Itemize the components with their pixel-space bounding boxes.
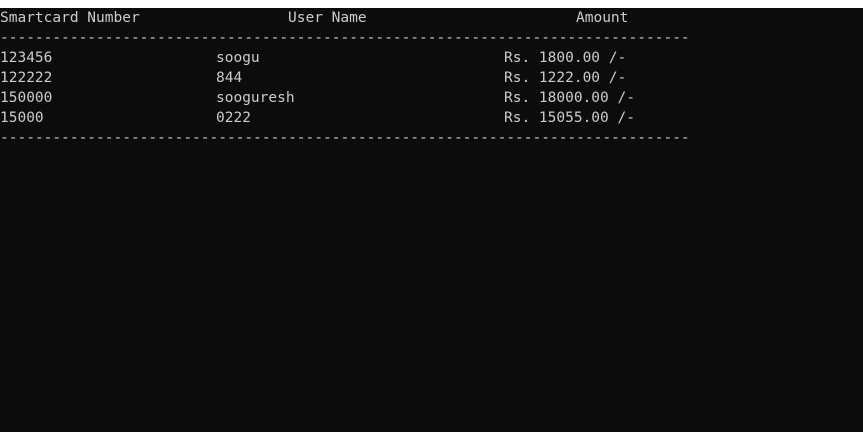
table-row: 122222 844 Rs. 1222.00 /- <box>0 68 863 88</box>
row-smartcard: 150000 <box>0 90 53 106</box>
row-smartcard: 122222 <box>0 70 53 86</box>
row-amount: Rs. 1800.00 /- <box>504 50 627 66</box>
row-username: 0222 <box>216 110 251 126</box>
header-user-name: User Name <box>288 10 367 26</box>
table-row: 150000 sooguresh Rs. 18000.00 /- <box>0 88 863 108</box>
console-window[interactable]: Smartcard Number User Name Amount ------… <box>0 8 863 432</box>
separator-bottom-text: ----------------------------------------… <box>0 130 690 146</box>
row-username: sooguresh <box>216 90 295 106</box>
separator-top: ----------------------------------------… <box>0 28 863 48</box>
separator-bottom: ----------------------------------------… <box>0 128 863 148</box>
header-smartcard-number: Smartcard Number <box>0 10 140 26</box>
row-username: soogu <box>216 50 260 66</box>
separator-top-text: ----------------------------------------… <box>0 30 690 46</box>
row-amount: Rs. 18000.00 /- <box>504 90 635 106</box>
row-smartcard: 123456 <box>0 50 53 66</box>
row-amount: Rs. 1222.00 /- <box>504 70 627 86</box>
row-smartcard: 15000 <box>0 110 44 126</box>
table-row: 123456 soogu Rs. 1800.00 /- <box>0 48 863 68</box>
table-row: 15000 0222 Rs. 15055.00 /- <box>0 108 863 128</box>
header-amount: Amount <box>576 10 629 26</box>
row-amount: Rs. 15055.00 /- <box>504 110 635 126</box>
row-username: 844 <box>216 70 243 86</box>
table-header: Smartcard Number User Name Amount <box>0 8 863 28</box>
